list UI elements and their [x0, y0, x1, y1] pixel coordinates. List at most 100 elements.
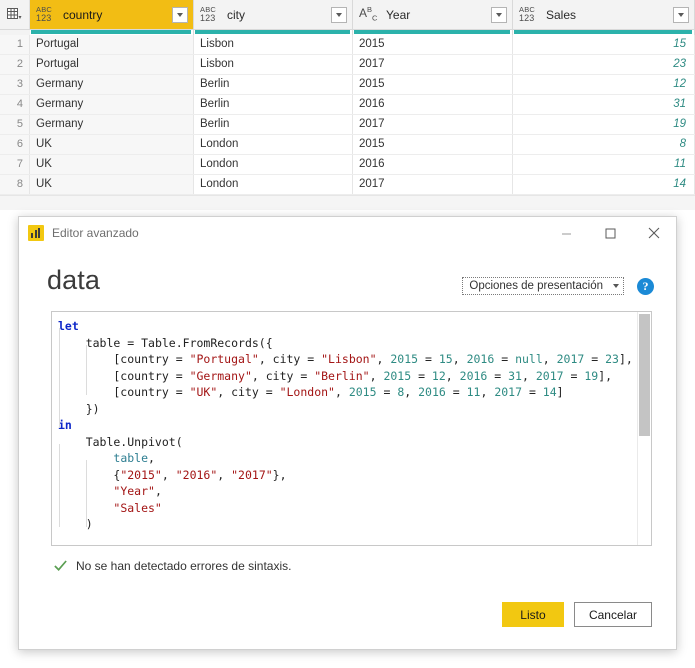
code-token: "Germany"	[189, 368, 252, 383]
code-token: 19	[584, 368, 599, 383]
code-token: [country =	[58, 352, 190, 366]
code-token: "UK"	[189, 385, 218, 399]
cell-sales[interactable]: 31	[513, 95, 695, 114]
code-token: =	[584, 352, 606, 366]
code-token: [country =	[58, 385, 190, 399]
cell-city[interactable]: London	[194, 175, 353, 194]
cell-year[interactable]: 2017	[353, 115, 513, 134]
column-filter-dropdown-sales[interactable]	[673, 6, 689, 23]
code-line: [country = "Germany", city = "Berlin", 2…	[58, 368, 637, 385]
column-filter-dropdown-city[interactable]	[331, 6, 347, 23]
code-token: =	[418, 352, 439, 366]
column-header-label: country	[63, 7, 103, 22]
code-token: let	[58, 319, 79, 333]
code-token: 23	[605, 352, 619, 366]
cell-sales[interactable]: 11	[513, 155, 695, 174]
data-preview-grid: ABC 123 country ABC 123 city ABC Year ABC 123 Sale…	[0, 0, 695, 210]
table-row[interactable]: 8 UK London 2017 14	[0, 175, 695, 195]
code-text-area[interactable]: let table = Table.FromRecords({ [country…	[52, 312, 637, 545]
cell-country[interactable]: Germany	[30, 115, 194, 134]
cell-city[interactable]: Lisbon	[194, 55, 353, 74]
cell-country[interactable]: Portugal	[30, 55, 194, 74]
cell-country[interactable]: UK	[30, 175, 194, 194]
table-row[interactable]: 3 Germany Berlin 2015 12	[0, 75, 695, 95]
code-scrollbar[interactable]	[637, 312, 651, 545]
column-filter-dropdown-country[interactable]	[172, 6, 188, 23]
code-token: ,	[542, 352, 557, 366]
code-token: ,	[161, 467, 176, 482]
syntax-status: No se han detectado errores de sintaxis.	[53, 558, 676, 573]
cell-year[interactable]: 2015	[353, 75, 513, 94]
code-token: "Portugal"	[189, 352, 259, 366]
cell-city[interactable]: Berlin	[194, 75, 353, 94]
code-token: ]	[556, 385, 564, 399]
column-filter-dropdown-year[interactable]	[491, 6, 507, 23]
chevron-down-icon	[613, 284, 619, 288]
cell-sales[interactable]: 14	[513, 175, 695, 194]
table-row[interactable]: 4 Germany Berlin 2016 31	[0, 95, 695, 115]
minimize-button[interactable]	[544, 218, 588, 249]
cell-year[interactable]: 2015	[353, 135, 513, 154]
table-row[interactable]: 2 Portugal Lisbon 2017 23	[0, 55, 695, 75]
abc123-text-type-icon: ABC 123	[36, 5, 53, 23]
code-token: "Berlin"	[314, 368, 370, 383]
cell-year[interactable]: 2015	[353, 35, 513, 54]
code-token: ,	[376, 352, 391, 366]
code-token: ,	[521, 368, 536, 383]
column-header-country[interactable]: ABC 123 country	[30, 0, 194, 29]
row-number: 1	[0, 35, 30, 54]
help-icon[interactable]: ?	[637, 277, 654, 295]
cell-country[interactable]: Germany	[30, 95, 194, 114]
cell-city[interactable]: London	[194, 135, 353, 154]
code-line: table,	[58, 450, 637, 467]
abc123-text-type-icon: ABC 123	[519, 5, 536, 23]
cell-city[interactable]: Lisbon	[194, 35, 353, 54]
cell-year[interactable]: 2017	[353, 55, 513, 74]
code-token: =	[494, 352, 516, 366]
code-token: 12	[431, 368, 446, 383]
code-token: , city =	[258, 352, 322, 366]
cell-city[interactable]: Berlin	[194, 115, 353, 134]
cell-sales[interactable]: 12	[513, 75, 695, 94]
maximize-button[interactable]	[588, 218, 632, 249]
table-row[interactable]: 7 UK London 2016 11	[0, 155, 695, 175]
select-all-columns-icon[interactable]	[0, 0, 30, 29]
code-token: table	[85, 335, 121, 350]
column-header-city[interactable]: ABC 123 city	[194, 0, 353, 29]
column-header-sales[interactable]: ABC 123 Sales	[513, 0, 695, 29]
code-line: let	[58, 318, 637, 335]
table-row[interactable]: 6 UK London 2015 8	[0, 135, 695, 155]
cell-year[interactable]: 2017	[353, 175, 513, 194]
row-number: 7	[0, 155, 30, 174]
table-row[interactable]: 1 Portugal Lisbon 2015 15	[0, 35, 695, 55]
code-token: ,	[217, 467, 232, 482]
cell-city[interactable]: Berlin	[194, 95, 353, 114]
cancel-button[interactable]: Cancelar	[573, 602, 652, 627]
cell-country[interactable]: UK	[30, 155, 194, 174]
code-scrollbar-thumb[interactable]	[639, 314, 650, 436]
code-editor[interactable]: let table = Table.FromRecords({ [country…	[51, 311, 652, 546]
row-number: 6	[0, 135, 30, 154]
cell-year[interactable]: 2016	[353, 95, 513, 114]
done-button[interactable]: Listo	[501, 602, 564, 627]
cell-country[interactable]: UK	[30, 135, 194, 154]
close-button[interactable]	[632, 218, 676, 249]
table-row[interactable]: 5 Germany Berlin 2017 19	[0, 115, 695, 135]
code-token: in	[58, 418, 72, 432]
cell-sales[interactable]: 19	[513, 115, 695, 134]
code-token: ,	[452, 352, 467, 366]
cell-year[interactable]: 2016	[353, 155, 513, 174]
cell-country[interactable]: Portugal	[30, 35, 194, 54]
cell-sales[interactable]: 23	[513, 55, 695, 74]
cell-sales[interactable]: 8	[513, 135, 695, 154]
column-header-year[interactable]: ABC Year	[353, 0, 513, 29]
code-token: = Table.FromRecords({	[120, 335, 273, 350]
cell-sales[interactable]: 15	[513, 35, 695, 54]
code-token: null	[515, 352, 543, 366]
display-options-dropdown[interactable]: Opciones de presentación	[462, 277, 624, 295]
cell-city[interactable]: London	[194, 155, 353, 174]
cell-country[interactable]: Germany	[30, 75, 194, 94]
